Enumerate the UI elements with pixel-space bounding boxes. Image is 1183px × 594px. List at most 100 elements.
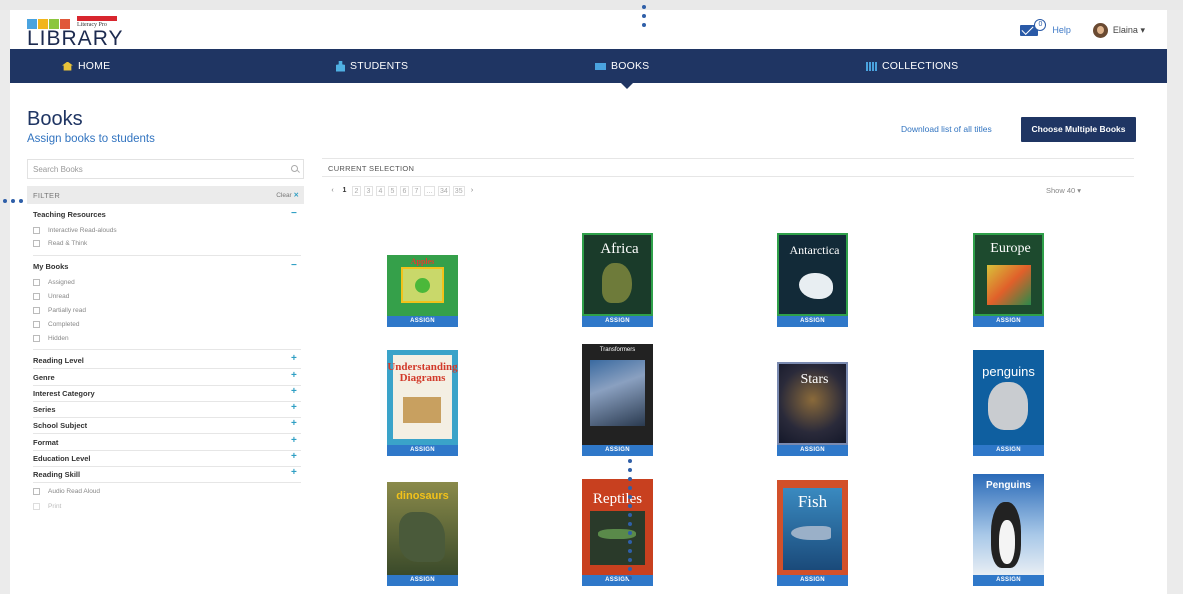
avatar[interactable] — [1092, 22, 1108, 38]
choose-multiple-books-button[interactable]: Choose Multiple Books — [1021, 117, 1136, 142]
search-icon[interactable] — [291, 165, 298, 172]
book-cover[interactable]: Transformers — [582, 344, 653, 445]
page-button[interactable]: 34 — [438, 186, 450, 196]
assign-button[interactable]: ASSIGN — [582, 316, 653, 327]
book-card[interactable]: Reptiles ASSIGN — [582, 479, 653, 586]
filter-section-teaching-resources[interactable]: Teaching Resources — [33, 210, 106, 219]
book-cover[interactable]: Antarctica — [777, 233, 848, 316]
checkbox[interactable] — [33, 320, 40, 328]
expand-toggle-school-subject[interactable]: + — [291, 419, 297, 429]
checkbox[interactable] — [33, 292, 40, 300]
user-menu[interactable]: Elaina ▾ — [1113, 25, 1145, 36]
prev-page-button[interactable]: ‹ — [328, 186, 337, 196]
filter-section-interest-category[interactable]: Interest Category — [33, 389, 95, 398]
page-button[interactable]: 4 — [376, 186, 385, 196]
assign-button[interactable]: ASSIGN — [777, 575, 848, 586]
download-titles-link[interactable]: Download list of all titles — [901, 124, 992, 134]
assign-button[interactable]: ASSIGN — [973, 575, 1044, 586]
expand-toggle-interest-category[interactable]: + — [291, 387, 297, 397]
expand-toggle-education-level[interactable]: + — [291, 452, 297, 462]
nav-home[interactable]: HOME — [62, 49, 110, 83]
collapse-toggle-my-books[interactable]: − — [291, 261, 297, 271]
filter-section-school-subject[interactable]: School Subject — [33, 421, 87, 430]
filter-option[interactable]: Print — [33, 501, 61, 511]
page-button[interactable]: 2 — [352, 186, 361, 196]
mail-icon[interactable]: 0 — [1020, 18, 1047, 36]
checkbox[interactable] — [33, 334, 40, 342]
filter-option[interactable]: Partially read — [33, 305, 86, 315]
nav-collections[interactable]: COLLECTIONS — [866, 49, 958, 83]
assign-button[interactable]: ASSIGN — [387, 575, 458, 586]
book-card[interactable]: Europe ASSIGN — [973, 233, 1044, 327]
assign-button[interactable]: ASSIGN — [582, 445, 653, 456]
nav-students[interactable]: STUDENTS — [336, 49, 408, 83]
book-cover[interactable]: Europe — [973, 233, 1044, 316]
filter-section-education-level[interactable]: Education Level — [33, 454, 91, 463]
nav-books[interactable]: BOOKS — [595, 49, 649, 83]
search-input[interactable]: Search Books — [27, 159, 304, 179]
expand-toggle-reading-level[interactable]: + — [291, 354, 297, 364]
book-card[interactable]: Africa ASSIGN — [582, 233, 653, 327]
book-card[interactable]: penguins ASSIGN — [973, 350, 1044, 456]
assign-button[interactable]: ASSIGN — [387, 445, 458, 456]
filter-option[interactable]: Interactive Read-alouds — [33, 225, 117, 235]
book-card[interactable]: Fish ASSIGN — [777, 480, 848, 586]
filter-section-series[interactable]: Series — [33, 405, 56, 414]
collapse-toggle-teaching-resources[interactable]: − — [291, 209, 297, 219]
filter-section-genre[interactable]: Genre — [33, 373, 55, 382]
page-subtitle[interactable]: Assign books to students — [27, 133, 155, 145]
book-card[interactable]: Apples ASSIGN — [387, 255, 458, 327]
filter-section-format[interactable]: Format — [33, 438, 58, 447]
book-card[interactable]: Penguins ASSIGN — [973, 474, 1044, 586]
book-card[interactable]: Stars ASSIGN — [777, 362, 848, 456]
assign-button[interactable]: ASSIGN — [582, 575, 653, 586]
assign-button[interactable]: ASSIGN — [777, 445, 848, 456]
filter-option[interactable]: Completed — [33, 319, 79, 329]
page-button[interactable]: 3 — [364, 186, 373, 196]
filter-option[interactable]: Audio Read Aloud — [33, 486, 100, 496]
filter-section-reading-skill[interactable]: Reading Skill — [33, 470, 80, 479]
checkbox[interactable] — [33, 239, 40, 247]
book-cover[interactable]: Stars — [777, 362, 848, 445]
checkbox[interactable] — [33, 278, 40, 286]
expand-toggle-genre[interactable]: + — [291, 371, 297, 381]
assign-button[interactable]: ASSIGN — [973, 445, 1044, 456]
assign-button[interactable]: ASSIGN — [387, 316, 458, 327]
book-cover[interactable]: Africa — [582, 233, 653, 316]
book-cover[interactable]: Apples — [387, 255, 458, 316]
page-size-select[interactable]: Show 40 ▾ — [1046, 186, 1081, 195]
book-cover[interactable]: Fish — [777, 480, 848, 575]
book-cover[interactable]: Understanding Diagrams — [387, 350, 458, 445]
page-button[interactable]: 35 — [452, 186, 465, 196]
logo[interactable]: Literacy Pro LIBRARY — [27, 14, 137, 50]
book-card[interactable]: Transformers ASSIGN — [582, 344, 653, 456]
clear-filter-button[interactable]: Clear ✕ — [276, 191, 299, 199]
book-card[interactable]: dinosaurs ASSIGN — [387, 482, 458, 586]
filter-option[interactable]: Hidden — [33, 333, 69, 343]
filter-option[interactable]: Unread — [33, 291, 69, 301]
book-cover[interactable]: penguins — [973, 350, 1044, 445]
filter-option[interactable]: Assigned — [33, 277, 75, 287]
checkbox[interactable] — [33, 487, 40, 495]
assign-button[interactable]: ASSIGN — [777, 316, 848, 327]
help-link[interactable]: Help — [1052, 25, 1071, 35]
expand-toggle-reading-skill[interactable]: + — [291, 468, 297, 478]
checkbox[interactable] — [33, 226, 40, 234]
filter-option[interactable]: Read & Think — [33, 238, 87, 248]
book-card[interactable]: Antarctica ASSIGN — [777, 233, 848, 327]
expand-toggle-series[interactable]: + — [291, 403, 297, 413]
checkbox[interactable] — [33, 306, 40, 314]
book-cover[interactable]: Reptiles — [582, 479, 653, 575]
checkbox[interactable] — [33, 502, 40, 510]
book-cover[interactable]: Penguins — [973, 474, 1044, 575]
book-cover[interactable]: dinosaurs — [387, 482, 458, 575]
page-button[interactable]: 7 — [412, 186, 421, 196]
filter-section-my-books[interactable]: My Books — [33, 262, 68, 271]
filter-section-reading-level[interactable]: Reading Level — [33, 356, 84, 365]
expand-toggle-format[interactable]: + — [291, 436, 297, 446]
page-button[interactable]: 5 — [388, 186, 397, 196]
assign-button[interactable]: ASSIGN — [973, 316, 1044, 327]
page-button[interactable]: 1 — [340, 186, 349, 196]
book-card[interactable]: Understanding Diagrams ASSIGN — [387, 350, 458, 456]
page-button[interactable]: 6 — [400, 186, 409, 196]
